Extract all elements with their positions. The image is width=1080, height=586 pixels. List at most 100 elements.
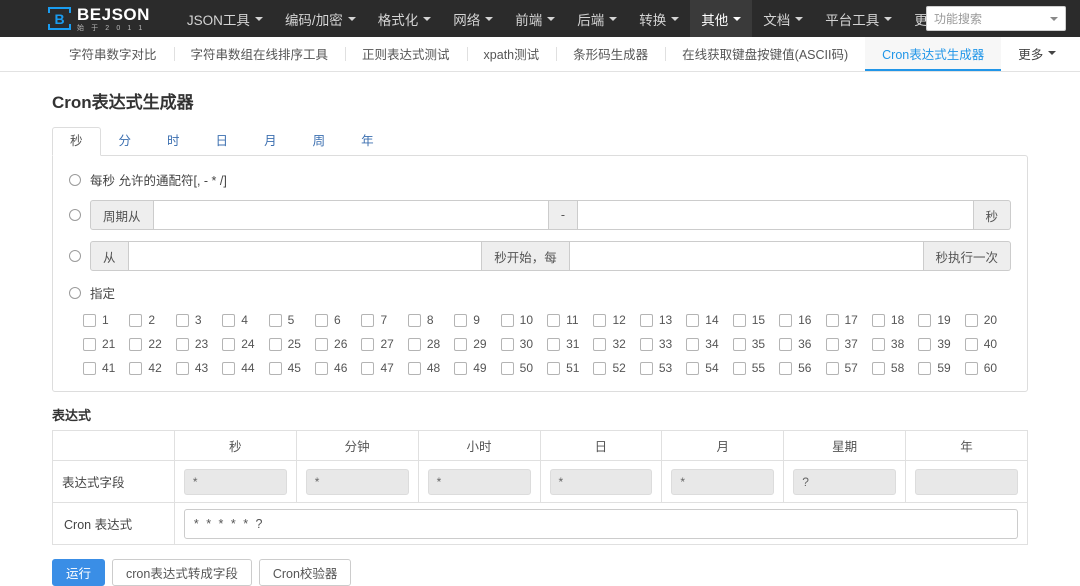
checkbox-35[interactable] [732, 337, 746, 351]
checkbox-31[interactable] [547, 337, 561, 351]
checkbox-54[interactable] [686, 361, 700, 375]
checkbox-1[interactable] [83, 313, 96, 327]
subnav-item-string-array-sort[interactable]: 字符串数组在线排序工具 [173, 37, 346, 71]
nav-item-platform-tools[interactable]: 平台工具 [814, 0, 903, 37]
checkbox-29[interactable] [454, 337, 468, 351]
checkbox-34[interactable] [686, 337, 700, 351]
cycle-from-input[interactable] [153, 200, 549, 230]
checkbox-52[interactable] [593, 361, 607, 375]
checkbox-22[interactable] [129, 337, 143, 351]
subnav-item-barcode-generator[interactable]: 条形码生成器 [556, 37, 665, 71]
checkbox-36[interactable] [779, 337, 793, 351]
checkbox-21[interactable] [83, 337, 96, 351]
nav-item-others[interactable]: 其他 [690, 0, 753, 37]
checkbox-58[interactable] [871, 361, 885, 375]
checkbox-10[interactable] [500, 313, 514, 327]
subnav-item-more[interactable]: 更多 [1001, 37, 1073, 71]
checkbox-37[interactable] [825, 337, 839, 351]
field-year[interactable] [915, 468, 1018, 495]
checkbox-41[interactable] [83, 361, 96, 375]
tab-minute[interactable]: 分 [101, 127, 150, 156]
checkbox-16[interactable] [779, 313, 793, 327]
checkbox-20[interactable] [964, 313, 978, 327]
cycle-to-input[interactable] [578, 200, 974, 230]
cron-expression-input[interactable]: * * * * * ? [183, 508, 1018, 539]
checkbox-56[interactable] [779, 361, 793, 375]
checkbox-25[interactable] [268, 337, 282, 351]
checkbox-44[interactable] [222, 361, 236, 375]
cron-to-fields-button[interactable]: cron表达式转成字段 [112, 559, 252, 586]
nav-item-network[interactable]: 网络 [442, 0, 504, 37]
interval-start-input[interactable] [128, 241, 483, 271]
checkbox-17[interactable] [825, 313, 839, 327]
subnav-item-xpath-test[interactable]: xpath测试 [466, 37, 557, 71]
checkbox-46[interactable] [315, 361, 329, 375]
nav-item-backend[interactable]: 后端 [566, 0, 628, 37]
checkbox-43[interactable] [175, 361, 189, 375]
checkbox-13[interactable] [639, 313, 653, 327]
checkbox-39[interactable] [918, 337, 932, 351]
checkbox-53[interactable] [639, 361, 653, 375]
checkbox-8[interactable] [407, 313, 421, 327]
checkbox-50[interactable] [500, 361, 514, 375]
subnav-item-cron-generator[interactable]: Cron表达式生成器 [865, 37, 1002, 71]
checkbox-15[interactable] [732, 313, 746, 327]
nav-item-convert[interactable]: 转换 [628, 0, 690, 37]
cron-validator-button[interactable]: Cron校验器 [258, 559, 352, 586]
checkbox-49[interactable] [454, 361, 468, 375]
tab-week[interactable]: 周 [295, 127, 344, 156]
checkbox-40[interactable] [964, 337, 978, 351]
field-month[interactable]: * [671, 468, 775, 495]
checkbox-57[interactable] [825, 361, 839, 375]
checkbox-23[interactable] [175, 337, 189, 351]
tab-hour[interactable]: 时 [149, 127, 198, 156]
tab-day[interactable]: 日 [198, 127, 247, 156]
checkbox-33[interactable] [639, 337, 653, 351]
tab-month[interactable]: 月 [246, 127, 295, 156]
checkbox-47[interactable] [361, 361, 375, 375]
nav-item-json-tools[interactable]: JSON工具 [176, 0, 274, 37]
checkbox-51[interactable] [547, 361, 561, 375]
field-hour[interactable]: * [427, 468, 531, 495]
field-weekday[interactable]: ? [793, 468, 897, 495]
subnav-item-string-number-compare[interactable]: 字符串数字对比 [52, 37, 174, 71]
checkbox-24[interactable] [222, 337, 236, 351]
radio-every-second[interactable] [69, 173, 81, 186]
checkbox-30[interactable] [500, 337, 514, 351]
checkbox-7[interactable] [361, 313, 375, 327]
checkbox-11[interactable] [547, 313, 561, 327]
checkbox-2[interactable] [129, 313, 143, 327]
radio-specify[interactable] [69, 286, 81, 299]
field-day[interactable]: * [549, 468, 653, 495]
brand-logo[interactable]: B BEJSON 始 于 2 0 1 1 [47, 6, 150, 32]
subnav-item-regex-test[interactable]: 正则表达式测试 [345, 37, 467, 71]
checkbox-32[interactable] [593, 337, 607, 351]
checkbox-9[interactable] [454, 313, 468, 327]
checkbox-48[interactable] [407, 361, 421, 375]
interval-step-input[interactable] [569, 241, 924, 271]
tab-year[interactable]: 年 [343, 127, 392, 156]
checkbox-26[interactable] [315, 337, 329, 351]
checkbox-6[interactable] [315, 313, 329, 327]
radio-cycle[interactable] [69, 209, 81, 221]
checkbox-14[interactable] [686, 313, 700, 327]
checkbox-38[interactable] [871, 337, 885, 351]
checkbox-60[interactable] [964, 361, 978, 375]
field-minute[interactable]: * [305, 468, 409, 495]
checkbox-59[interactable] [918, 361, 932, 375]
nav-item-encode-encrypt[interactable]: 编码/加密 [274, 0, 367, 37]
checkbox-3[interactable] [175, 313, 189, 327]
checkbox-27[interactable] [361, 337, 375, 351]
nav-item-format[interactable]: 格式化 [367, 0, 443, 37]
field-second[interactable]: * [183, 468, 287, 495]
checkbox-5[interactable] [268, 313, 282, 327]
checkbox-19[interactable] [918, 313, 932, 327]
function-search-select[interactable]: 功能搜索 [926, 6, 1066, 31]
tab-second[interactable]: 秒 [52, 127, 101, 156]
checkbox-42[interactable] [129, 361, 143, 375]
checkbox-28[interactable] [407, 337, 421, 351]
nav-item-frontend[interactable]: 前端 [504, 0, 566, 37]
run-button[interactable]: 运行 [52, 559, 106, 586]
radio-interval[interactable] [69, 250, 81, 262]
checkbox-45[interactable] [268, 361, 282, 375]
